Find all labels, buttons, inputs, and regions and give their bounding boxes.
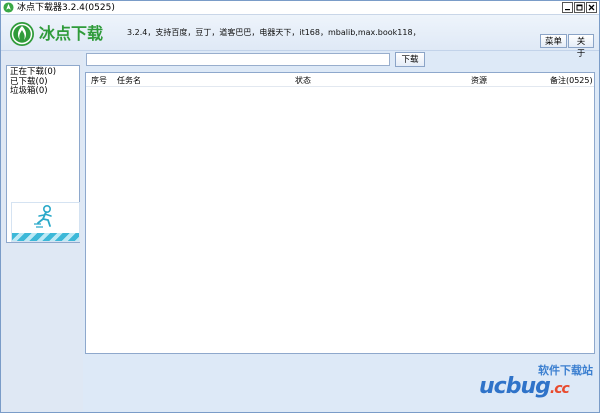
watermark: 软件下载站 ucbug.cc (479, 358, 597, 404)
title-bar: 冰点下载器3.2.4(0525) (1, 1, 599, 15)
menu-button[interactable]: 菜单 (540, 34, 567, 48)
app-header: 冰点下载 3.2.4，支持百度，豆丁，道客巴巴，电器天下，it168，mbali… (1, 15, 599, 58)
column-header-note[interactable]: 备注(0525) (550, 76, 593, 85)
minimize-button[interactable] (562, 2, 573, 13)
column-header-index[interactable]: 序号 (91, 76, 107, 85)
maximize-icon (576, 4, 583, 11)
watermark-logo-main: ucbug (479, 374, 551, 399)
maximize-button[interactable] (574, 2, 585, 13)
app-logo-icon (10, 22, 34, 46)
app-window: 冰点下载器3.2.4(0525) 冰点下载 3.2.4，支持百度，豆丁，道客巴巴… (0, 0, 600, 413)
download-button[interactable]: 下载 (395, 52, 425, 67)
url-input[interactable] (86, 53, 390, 66)
ad-banner[interactable] (11, 202, 80, 242)
watermark-logo-sub: .cc (549, 381, 570, 397)
minimize-icon (565, 9, 570, 11)
task-list-header: 序号 任务名 状态 资源 备注(0525) (86, 73, 594, 87)
task-list[interactable]: 序号 任务名 状态 资源 备注(0525) (85, 72, 595, 354)
watermark-logo: ucbug.cc (479, 374, 570, 399)
close-icon (588, 4, 595, 11)
ad-stripe-bar (12, 233, 79, 241)
running-figure-icon (34, 204, 52, 228)
column-header-status[interactable]: 状态 (295, 76, 311, 85)
app-logo-icon (3, 2, 14, 13)
sidebar-item-trash[interactable]: 垃圾箱(0) (10, 86, 76, 97)
column-header-task-name[interactable]: 任务名 (117, 76, 141, 85)
window-title: 冰点下载器3.2.4(0525) (17, 3, 115, 13)
column-header-resource[interactable]: 资源 (471, 76, 487, 85)
sidebar: 正在下载(0) 已下载(0) 垃圾箱(0) (1, 51, 83, 412)
brand-name: 冰点下载 (39, 24, 104, 43)
about-button[interactable]: 关于 (568, 34, 594, 58)
news-ticker: 3.2.4，支持百度，豆丁，道客巴巴，电器天下，it168，mbalib,max… (127, 28, 416, 37)
brand-logo: 冰点下载 (9, 21, 103, 47)
close-button[interactable] (586, 2, 597, 13)
